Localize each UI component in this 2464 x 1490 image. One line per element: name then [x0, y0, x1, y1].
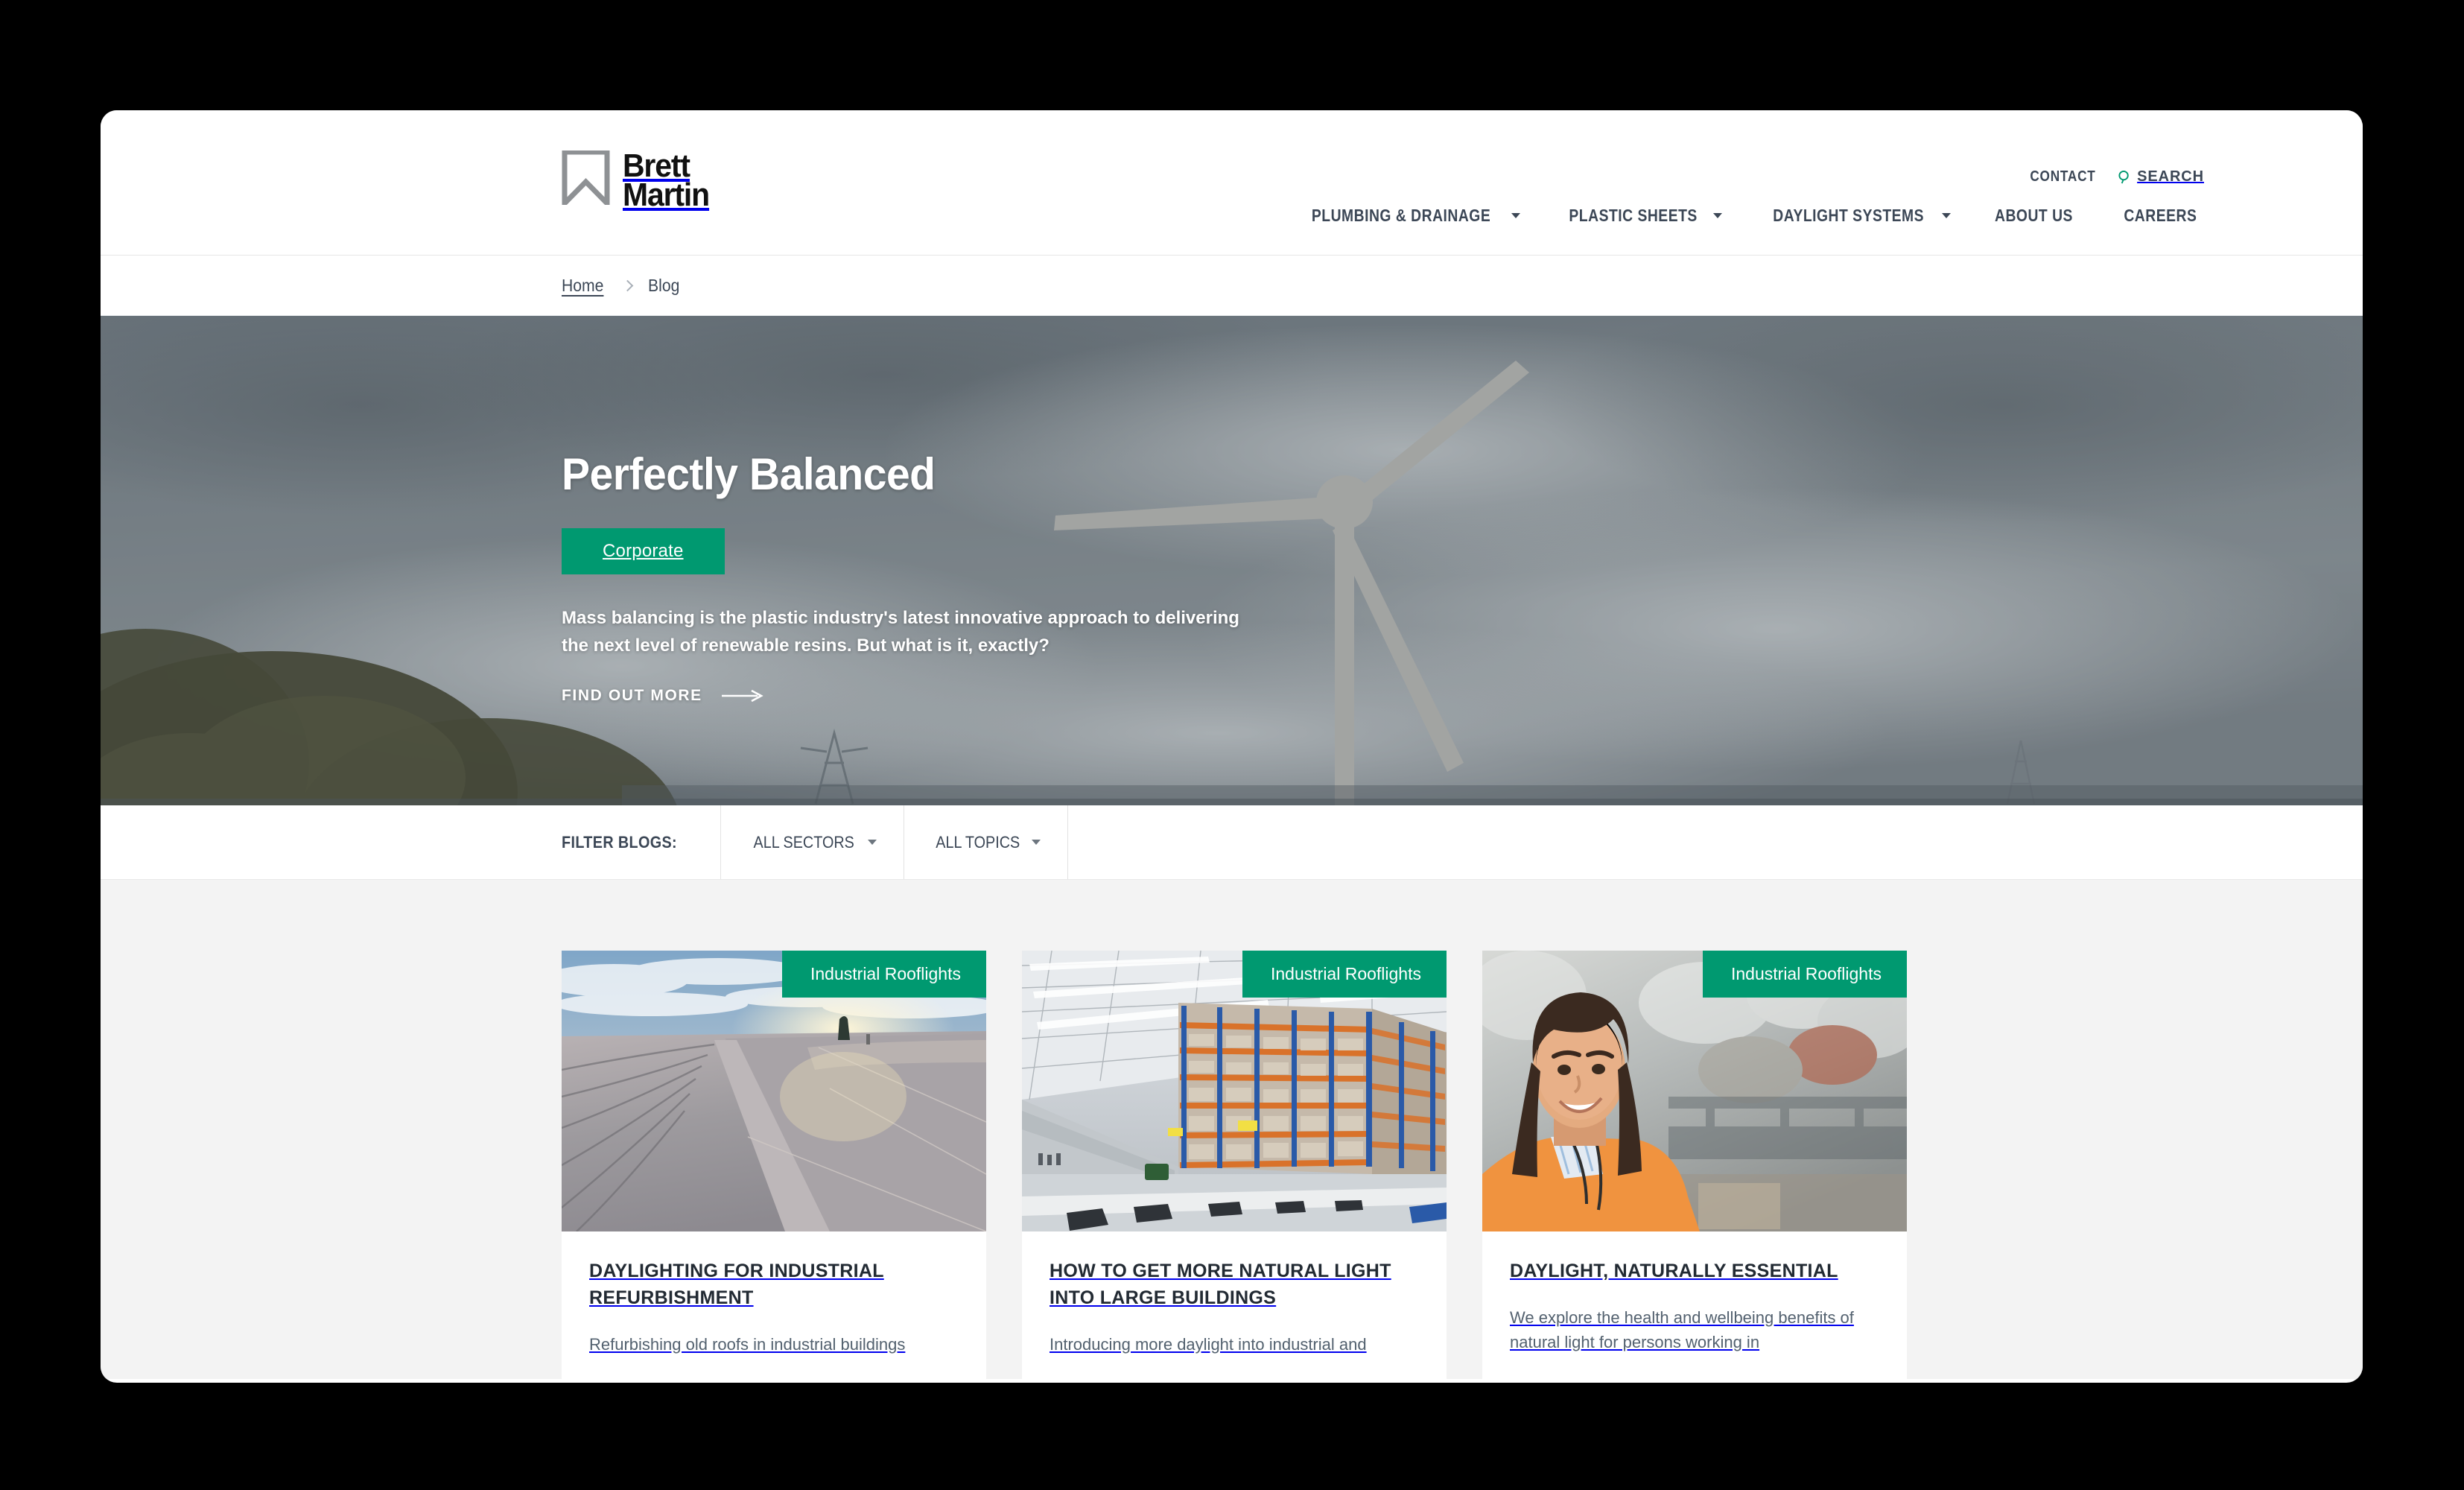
filter-dropdown-sectors[interactable]: ALL SECTORS [720, 805, 904, 879]
search-icon [2118, 170, 2129, 184]
card-body: DAYLIGHT, NATURALLY ESSENTIAL We explore… [1482, 1231, 1907, 1378]
contact-link[interactable]: CONTACT [2030, 168, 2095, 186]
card-excerpt: We explore the health and wellbeing bene… [1510, 1307, 1854, 1352]
card-body: HOW TO GET MORE NATURAL LIGHT INTO LARGE… [1022, 1231, 1447, 1379]
card-title: DAYLIGHTING FOR INDUSTRIAL REFURBISHMENT [589, 1261, 884, 1308]
bookmark-logo-icon [562, 150, 610, 205]
blog-card[interactable]: Industrial Rooflights DAYLIGHTING FOR IN… [562, 951, 986, 1379]
find-out-more-link[interactable]: FIND OUT MORE [562, 687, 763, 705]
chevron-right-icon [622, 279, 634, 291]
card-body: DAYLIGHTING FOR INDUSTRIAL REFURBISHMENT… [562, 1231, 986, 1379]
chevron-down-icon [867, 840, 877, 845]
nav-item-plumbing-drainage[interactable]: PLUMBING & DRAINAGE [1295, 206, 1520, 226]
site-header: Brett Martin CONTACT SEARCH PLUMBING & D… [101, 110, 2363, 256]
filter-dropdown-topics[interactable]: ALL TOPICS [903, 805, 1069, 879]
filter-topics-label: ALL TOPICS [935, 832, 1020, 852]
main-nav: PLUMBING & DRAINAGE PLASTIC SHEETS DAYLI… [1295, 206, 2204, 226]
card-excerpt: Refurbishing old roofs in industrial bui… [589, 1334, 906, 1354]
site-logo[interactable]: Brett Martin [562, 148, 716, 213]
chevron-down-icon [1942, 213, 1952, 218]
hero-banner: Perfectly Balanced Corporate Mass balanc… [101, 316, 2363, 805]
card-excerpt: Introducing more daylight into industria… [1050, 1334, 1367, 1354]
nav-item-daylight-systems[interactable]: DAYLIGHT SYSTEMS [1759, 206, 1952, 226]
nav-label: CAREERS [2124, 206, 2197, 225]
nav-label: PLUMBING & DRAINAGE [1311, 206, 1490, 225]
breadcrumb: Home Blog [101, 256, 2363, 316]
chevron-down-icon [1511, 213, 1520, 218]
search-label: SEARCH [2137, 168, 2204, 185]
hero-category-badge[interactable]: Corporate [562, 528, 725, 574]
card-title: DAYLIGHT, NATURALLY ESSENTIAL [1510, 1261, 1838, 1281]
hero-content: Perfectly Balanced Corporate Mass balanc… [562, 448, 1306, 705]
filter-sectors-label: ALL SECTORS [753, 832, 855, 852]
filter-blogs-label: FILTER BLOGS: [562, 832, 678, 852]
nav-item-careers[interactable]: CAREERS [2117, 206, 2204, 226]
card-tag: Industrial Rooflights [1242, 951, 1447, 998]
nav-label: DAYLIGHT SYSTEMS [1773, 206, 1925, 225]
blog-card[interactable]: Industrial Rooflights DAYLIGHT, NATURALL… [1482, 951, 1907, 1379]
search-button[interactable]: SEARCH [2118, 168, 2204, 186]
blog-listing-section: Industrial Rooflights DAYLIGHTING FOR IN… [101, 880, 2363, 1379]
breadcrumb-current: Blog [648, 275, 680, 295]
chevron-down-icon [1032, 840, 1041, 845]
logo-wordmark: Brett Martin [623, 148, 710, 213]
nav-label: ABOUT US [1995, 206, 2074, 225]
find-out-more-label: FIND OUT MORE [562, 686, 702, 704]
hero-title: Perfectly Balanced [562, 449, 936, 499]
nav-item-plastic-sheets[interactable]: PLASTIC SHEETS [1557, 206, 1723, 226]
arrow-right-icon [721, 689, 763, 702]
browser-window: Brett Martin CONTACT SEARCH PLUMBING & D… [101, 110, 2363, 1383]
nav-item-about-us[interactable]: ABOUT US [1987, 206, 2080, 226]
nav-label: PLASTIC SHEETS [1569, 206, 1698, 225]
card-tag: Industrial Rooflights [782, 951, 986, 998]
blog-card-grid: Industrial Rooflights DAYLIGHTING FOR IN… [101, 951, 2363, 1379]
chevron-down-icon [1713, 213, 1723, 218]
breadcrumb-home[interactable]: Home [562, 276, 603, 296]
blog-card[interactable]: Industrial Rooflights HOW TO GET MORE NA… [1022, 951, 1447, 1379]
card-tag: Industrial Rooflights [1703, 951, 1907, 998]
hero-description: Mass balancing is the plastic industry's… [562, 608, 1239, 656]
utility-nav: CONTACT SEARCH [2019, 168, 2204, 186]
filter-bar: FILTER BLOGS: ALL SECTORS ALL TOPICS [101, 805, 2363, 880]
card-title: HOW TO GET MORE NATURAL LIGHT INTO LARGE… [1050, 1261, 1391, 1308]
